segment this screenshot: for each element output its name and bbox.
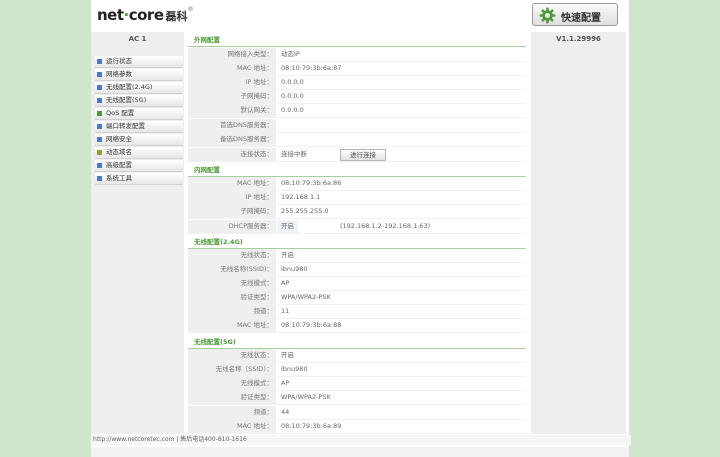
wifi5-row-auth: 验证类型： WPA/WPA2-PSK: [188, 391, 526, 405]
device-model: AC 1: [128, 35, 147, 43]
lan-row-dhcp: DHCP服务器： 开启 (192.168.1.2-192.168.1.63): [188, 220, 526, 234]
connect-button[interactable]: 进行连接: [340, 149, 386, 161]
gear-icon: [539, 7, 556, 24]
right-panel: V1.1.29996: [531, 32, 626, 434]
wan-row-gateway: 默认网关： 0.0.0.0: [188, 104, 526, 118]
wan-row-mac: MAC 地址： 08:10:79:3b:6a:87: [188, 62, 526, 76]
wifi5-row-status: 无线状态： 开启: [188, 349, 526, 363]
wan-row-primary-dns: 首选DNS服务器：: [188, 119, 526, 133]
header: net·core 磊科® 快速配置: [91, 0, 629, 30]
sidebar-item-ddns[interactable]: 动态域名: [95, 147, 183, 159]
lan-row-ip: IP 地址： 192.168.1.1: [188, 191, 526, 205]
wifi5-row-ssid: 无线名称（SSID）： ibnu980: [188, 363, 526, 377]
wifi24-row-auth: 验证类型： WPA/WPA2-PSK: [188, 291, 526, 305]
bottom-strip: [91, 447, 629, 457]
lan-row-mac: MAC 地址： 08:10:79:3b:6a:86: [188, 177, 526, 191]
sidebar-item-system-tools[interactable]: 系统工具: [95, 173, 183, 185]
wan-section-title: 外网配置: [188, 33, 526, 47]
wifi24-row-status: 无线状态： 开启: [188, 249, 526, 263]
wifi24-row-mode: 无线模式： AP: [188, 277, 526, 291]
wifi24-section-title: 无线配置(2.4G): [188, 235, 526, 249]
footer: http://www.netcoretec.com | 售后电话400-810-…: [91, 435, 631, 445]
sidebar-item-wireless-24g[interactable]: 无线配置(2.4G): [95, 82, 183, 94]
wifi5-row-channel: 频道： 44: [188, 406, 526, 420]
status-content: 外网配置 网络接入类型： 动态IP MAC 地址： 08:10:79:3b:6a:8…: [188, 32, 526, 434]
dhcp-status-value: 开启: [277, 220, 298, 233]
firmware-version: V1.1.29996: [556, 35, 601, 43]
wan-row-netmask: 子网掩码： 0.0.0.0: [188, 90, 526, 104]
nav-bullet-icon: [97, 150, 102, 155]
wan-row-connection-status: 连接状态： 连接中断 进行连接: [188, 148, 526, 162]
sidebar-item-port-forwarding[interactable]: 端口转发配置: [95, 121, 183, 133]
wifi5-row-mode: 无线模式： AP: [188, 377, 526, 391]
nav-bullet-icon: [97, 59, 102, 64]
dhcp-range-value: (192.168.1.2-192.168.1.63): [340, 222, 431, 230]
sidebar-item-wireless-5g[interactable]: 无线配置(5G): [95, 95, 183, 107]
quick-setup-label: 快速配置: [561, 13, 601, 24]
router-admin-page: net·core 磊科® 快速配置 AC 1 运行状态 网络参数 无线配置(2.…: [91, 0, 631, 457]
sidebar-item-network[interactable]: 网络参数: [95, 69, 183, 81]
nav-bullet-icon: [97, 85, 102, 90]
wifi24-row-ssid: 无线名称(SSID)： ibnu980: [188, 263, 526, 277]
nav-bullet-icon: [97, 124, 102, 129]
nav-bullet-icon: [97, 111, 102, 116]
wifi24-row-channel: 频道： 11: [188, 305, 526, 319]
sidebar-item-status[interactable]: 运行状态: [95, 56, 183, 68]
wifi24-row-mac: MAC 地址： 08:10:79:3b:6a:88: [188, 319, 526, 333]
sidebar-item-advanced[interactable]: 高级配置: [95, 160, 183, 172]
sidebar-item-qos[interactable]: QoS 配置: [95, 108, 183, 120]
nav-bullet-icon: [97, 137, 102, 142]
sidebar-item-security[interactable]: 网络安全: [95, 134, 183, 146]
wan-row-secondary-dns: 备选DNS服务器：: [188, 133, 526, 147]
nav-bullet-icon: [97, 98, 102, 103]
wan-row-access-type: 网络接入类型： 动态IP: [188, 48, 526, 62]
netcore-logo: net·core 磊科®: [97, 6, 194, 24]
lan-row-netmask: 子网掩码： 255.255.255.0: [188, 205, 526, 219]
wan-row-ip: IP 地址： 0.0.0.0: [188, 76, 526, 90]
nav-bullet-icon: [97, 176, 102, 181]
wifi5-section-title: 无线配置(5G): [188, 335, 526, 349]
nav-bullet-icon: [97, 163, 102, 168]
nav-bullet-icon: [97, 72, 102, 77]
connection-status-value: 连接中断: [281, 150, 307, 158]
wifi5-row-mac: MAC 地址： 08:10:79:3b:6a:89: [188, 420, 526, 434]
lan-section-title: 内网配置: [188, 163, 526, 177]
quick-setup-button[interactable]: 快速配置: [532, 3, 618, 26]
sidebar: AC 1 运行状态 网络参数 无线配置(2.4G) 无线配置(5G) QoS 配…: [91, 32, 184, 434]
